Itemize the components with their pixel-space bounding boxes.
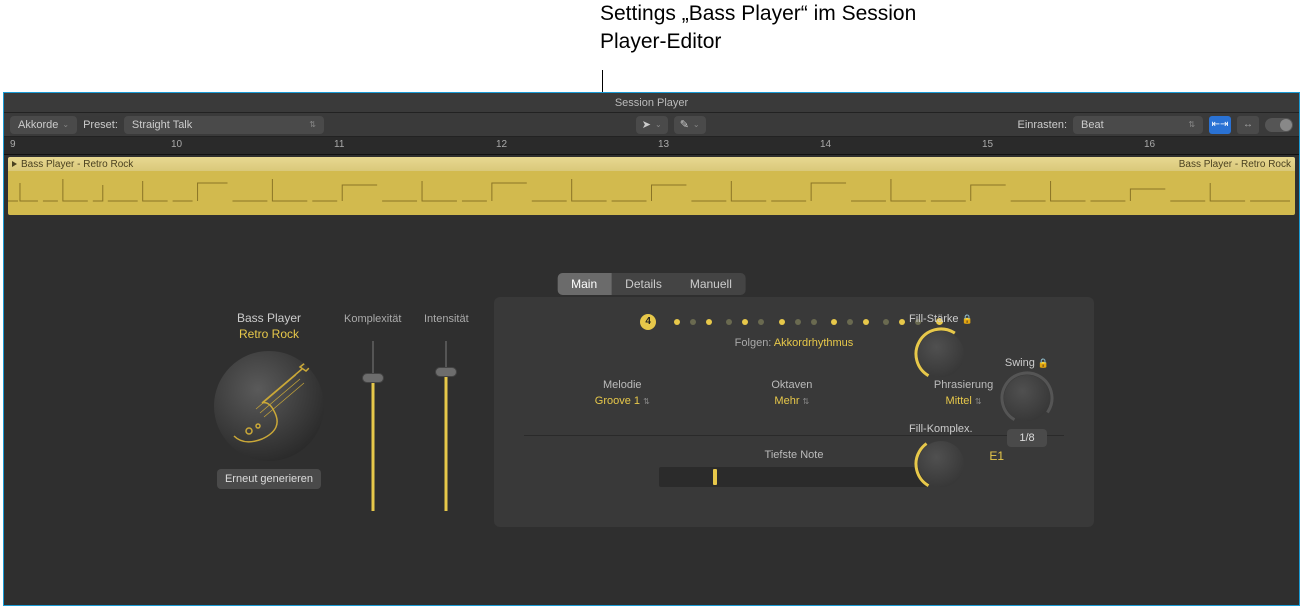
lowest-note-label: Tiefste Note — [494, 449, 1094, 461]
updown-icon: ⇅ — [975, 397, 982, 406]
ruler-mark: 11 — [334, 139, 344, 150]
fill-complex-label: Fill-Komplex. — [909, 423, 973, 435]
lowest-note-slider[interactable] — [659, 467, 929, 487]
melody-label: Melodie — [595, 379, 650, 391]
timeline-ruler[interactable]: 9 10 11 12 13 14 15 16 — [4, 137, 1299, 155]
complexity-label: Komplexität — [344, 313, 401, 325]
catch-toggle[interactable] — [1265, 118, 1293, 132]
pointer-tool-button[interactable]: ➤⌄ — [636, 116, 668, 134]
editor-area: Main Details Manuell Bass Player Retro R… — [4, 217, 1299, 605]
complexity-slider-group: Komplexität — [344, 313, 401, 511]
player-style[interactable]: Retro Rock — [209, 327, 329, 341]
region-body[interactable] — [8, 171, 1295, 215]
ruler-mark: 9 — [10, 139, 16, 150]
updown-icon: ⇅ — [1188, 120, 1195, 129]
octaves-param[interactable]: Oktaven Mehr ⇅ — [771, 379, 812, 407]
snap-label: Einrasten: — [1017, 119, 1067, 131]
snap-dropdown[interactable]: Beat ⇅ — [1073, 116, 1203, 134]
pointer-icon: ➤ — [642, 118, 651, 131]
lowest-note-row: Tiefste Note — [494, 449, 1094, 487]
region-name: Bass Player - Retro Rock — [1179, 159, 1291, 170]
region-lane: Bass Player - Retro Rock Bass Player - R… — [4, 155, 1299, 217]
link-icon: ↔ — [1243, 119, 1253, 130]
divider — [524, 435, 1064, 436]
updown-icon: ⇅ — [643, 397, 650, 406]
swing-label: Swing — [1005, 357, 1035, 369]
octaves-label: Oktaven — [771, 379, 812, 391]
fit-width-button[interactable]: ⇤⇥ — [1209, 116, 1231, 134]
ruler-mark: 16 — [1144, 139, 1155, 150]
fit-width-icon: ⇤⇥ — [1212, 119, 1229, 130]
intensity-slider-group: Intensität — [424, 313, 469, 511]
complexity-slider[interactable] — [363, 341, 383, 511]
pencil-icon: ✎ — [680, 118, 689, 131]
intensity-label: Intensität — [424, 313, 469, 325]
ruler-mark: 14 — [820, 139, 831, 150]
ruler-mark: 12 — [496, 139, 507, 150]
swing-knob[interactable] — [1004, 375, 1050, 421]
fill-strength-knob[interactable] — [918, 331, 964, 377]
updown-icon: ⇅ — [803, 397, 810, 406]
updown-icon: ⇅ — [309, 120, 316, 129]
regenerate-button[interactable]: Erneut generieren — [217, 469, 321, 489]
ruler-mark: 10 — [171, 139, 182, 150]
follow-value-dropdown[interactable]: Akkordrhythmus — [774, 337, 853, 349]
snap-value: Beat — [1081, 119, 1104, 131]
bass-guitar-icon — [214, 351, 324, 461]
octaves-value: Mehr — [774, 395, 799, 407]
player-title: Bass Player — [209, 311, 329, 325]
intensity-slider[interactable] — [436, 341, 456, 511]
lock-icon[interactable]: 🔒 — [1038, 358, 1049, 368]
phrasing-param[interactable]: Phrasierung Mittel ⇅ — [934, 379, 993, 407]
window-title: Session Player — [4, 93, 1299, 113]
editor-tabs: Main Details Manuell — [557, 273, 746, 295]
chevron-down-icon: ⌄ — [693, 120, 700, 129]
preset-value: Straight Talk — [132, 119, 192, 131]
beat-count-badge: 4 — [640, 314, 656, 330]
ruler-mark: 13 — [658, 139, 669, 150]
play-icon — [12, 161, 17, 167]
tab-manual[interactable]: Manuell — [676, 273, 746, 295]
callout-text: Settings „Bass Player“ im Session Player… — [600, 0, 960, 57]
swing-division-button[interactable]: 1/8 — [1007, 429, 1046, 447]
chevron-down-icon: ⌄ — [655, 120, 662, 129]
preset-dropdown[interactable]: Straight Talk ⇅ — [124, 116, 324, 134]
lowest-note-value: E1 — [989, 449, 1004, 463]
fill-strength-label: Fill-Stärke — [909, 313, 959, 325]
fill-complex-group: Fill-Komplex. — [909, 423, 973, 487]
toolbar: Akkorde ⌄ Preset: Straight Talk ⇅ ➤⌄ ✎⌄ … — [4, 113, 1299, 137]
follow-label: Folgen: — [735, 337, 772, 349]
midi-waveform — [8, 171, 1295, 215]
link-button[interactable]: ↔ — [1237, 116, 1259, 134]
region-header[interactable]: Bass Player - Retro Rock Bass Player - R… — [8, 157, 1295, 171]
tab-details[interactable]: Details — [611, 273, 676, 295]
swing-group: Swing 🔒 1/8 — [1004, 357, 1050, 447]
fill-complex-knob[interactable] — [918, 441, 964, 487]
melody-value: Groove 1 — [595, 395, 640, 407]
preset-label: Preset: — [83, 119, 118, 131]
tab-main[interactable]: Main — [557, 273, 611, 295]
melody-param[interactable]: Melodie Groove 1 ⇅ — [595, 379, 650, 407]
chords-button-label: Akkorde — [18, 119, 58, 131]
player-instrument-image[interactable] — [214, 351, 324, 461]
app-window: Session Player Akkorde ⌄ Preset: Straigh… — [3, 92, 1300, 606]
tool-selector: ➤⌄ ✎⌄ — [636, 116, 706, 134]
chevron-down-icon: ⌄ — [62, 120, 69, 129]
pencil-tool-button[interactable]: ✎⌄ — [674, 116, 706, 134]
chords-button[interactable]: Akkorde ⌄ — [10, 116, 77, 134]
player-section: Bass Player Retro Rock Erneut generieren — [209, 311, 329, 489]
ruler-mark: 15 — [982, 139, 993, 150]
beat-pattern-row[interactable]: 4 Folgen: Akkordrhythmus — [494, 313, 1094, 349]
fill-strength-group: Fill-Stärke 🔒 — [909, 313, 973, 377]
lock-icon[interactable]: 🔒 — [962, 314, 973, 324]
phrasing-value: Mittel — [946, 395, 972, 407]
region-name: Bass Player - Retro Rock — [21, 159, 133, 170]
